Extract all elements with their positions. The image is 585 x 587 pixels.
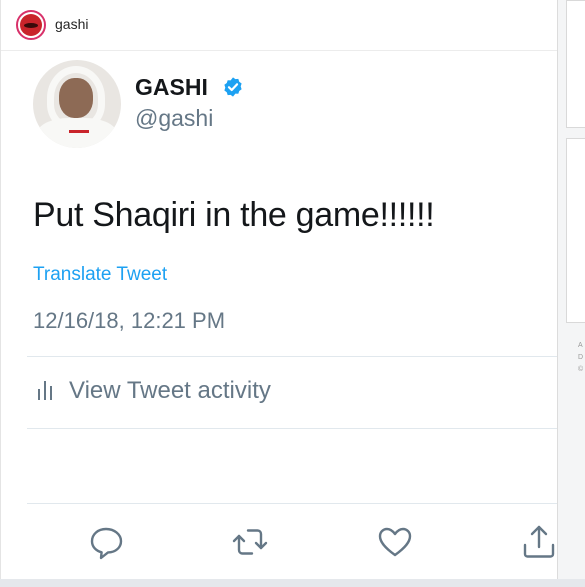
- bar-chart-icon: [38, 381, 52, 400]
- tweet-timestamp: 12/16/18, 12:21 PM: [33, 308, 226, 333]
- translate-tweet-link[interactable]: Translate Tweet: [33, 264, 167, 286]
- reply-icon[interactable]: [86, 522, 126, 562]
- side-card: [566, 138, 585, 323]
- tweet-avatar: [33, 60, 121, 148]
- view-tweet-activity-link[interactable]: View Tweet activity: [69, 377, 271, 405]
- side-letter: D: [578, 354, 584, 361]
- instagram-post-card: gashi GASHI @gashi Put Shaqiri in the ga…: [0, 0, 558, 579]
- tweet-text: Put Shaqiri in the game!!!!!!: [33, 196, 435, 234]
- tweet-display-name: GASHI: [135, 74, 208, 100]
- divider: [27, 356, 557, 357]
- profile-avatar[interactable]: [16, 10, 46, 40]
- divider: [27, 503, 557, 504]
- bottom-strip: [0, 579, 585, 587]
- tweet-handle: @gashi: [135, 105, 214, 131]
- share-icon[interactable]: [519, 522, 559, 562]
- retweet-icon[interactable]: [230, 522, 270, 562]
- side-card: [566, 0, 585, 128]
- side-letter: ©: [578, 366, 584, 373]
- divider: [27, 428, 557, 429]
- post-header: gashi: [1, 0, 557, 51]
- side-panel-text: A D ©: [578, 340, 585, 376]
- post-username[interactable]: gashi: [55, 16, 88, 32]
- lips-logo-icon: [20, 14, 42, 36]
- side-letter: A: [578, 342, 583, 349]
- like-icon[interactable]: [375, 522, 415, 562]
- verified-badge-icon: [224, 77, 242, 97]
